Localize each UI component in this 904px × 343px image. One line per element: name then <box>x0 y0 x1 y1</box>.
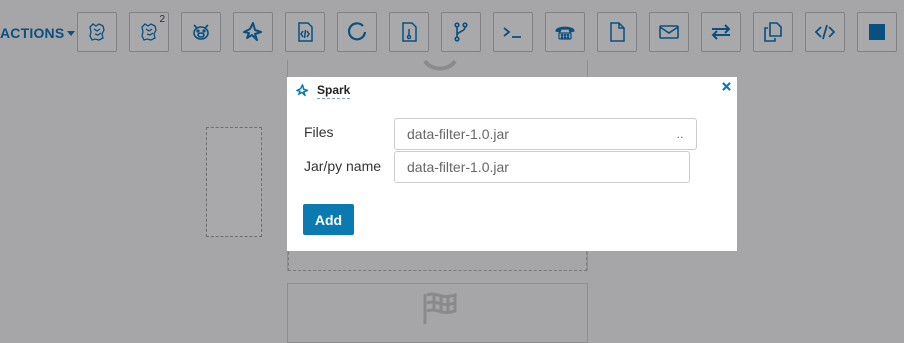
hdfs-icon <box>402 22 417 42</box>
shell-icon <box>503 27 521 38</box>
files-label: Files <box>304 124 334 140</box>
email-action-button[interactable] <box>649 12 689 52</box>
copy-icon <box>764 22 782 42</box>
java-icon <box>298 22 313 42</box>
pig-action-button[interactable] <box>181 12 221 52</box>
dialog-title[interactable]: Spark <box>317 83 351 99</box>
flag-icon <box>423 292 457 324</box>
stop-action-button[interactable] <box>857 12 897 52</box>
pig-icon <box>193 24 209 40</box>
spark-icon <box>243 22 262 41</box>
subworkflow-icon <box>347 22 367 41</box>
hive-action-button[interactable] <box>77 12 117 52</box>
actions-menu[interactable]: ACTIONS <box>0 25 76 41</box>
add-button[interactable]: Add <box>303 204 354 235</box>
spark-dialog: Spark Files .. Jar/py name Add <box>287 77 737 251</box>
browse-button[interactable]: .. <box>664 118 697 150</box>
git-branch-icon <box>454 22 468 42</box>
hive2-icon <box>141 23 157 41</box>
file-icon <box>610 22 625 42</box>
stop-icon <box>869 24 885 40</box>
file-action-button[interactable] <box>597 12 637 52</box>
dialog-header: Spark <box>287 77 737 105</box>
toolbar: ACTIONS 2 <box>0 0 904 66</box>
subworkflow-action-button[interactable] <box>337 12 377 52</box>
caret-down-icon <box>67 31 76 36</box>
copy-action-button[interactable] <box>753 12 793 52</box>
shell-action-button[interactable] <box>493 12 533 52</box>
end-node <box>287 283 588 343</box>
spark-icon <box>296 84 309 97</box>
code-action-button[interactable] <box>805 12 845 52</box>
ssh-phone-icon <box>555 26 575 40</box>
close-icon[interactable] <box>722 82 731 91</box>
files-input[interactable] <box>394 118 665 150</box>
java-action-button[interactable] <box>285 12 325 52</box>
ssh-action-button[interactable] <box>545 12 585 52</box>
hdfs-action-button[interactable] <box>389 12 429 52</box>
code-icon <box>814 24 836 40</box>
hive2-action-button[interactable]: 2 <box>129 12 169 52</box>
git-branch-action-button[interactable] <box>441 12 481 52</box>
actions-label: ACTIONS <box>0 25 65 41</box>
spark-action-button[interactable] <box>233 12 273 52</box>
jar-name-input[interactable] <box>394 151 690 183</box>
hive2-badge: 2 <box>159 14 165 25</box>
transfer-action-button[interactable] <box>701 12 741 52</box>
jar-name-label: Jar/py name <box>304 158 382 174</box>
transfer-icon <box>711 24 731 40</box>
hive-icon <box>89 23 105 41</box>
email-icon <box>659 25 679 39</box>
drop-slot[interactable] <box>206 127 262 237</box>
